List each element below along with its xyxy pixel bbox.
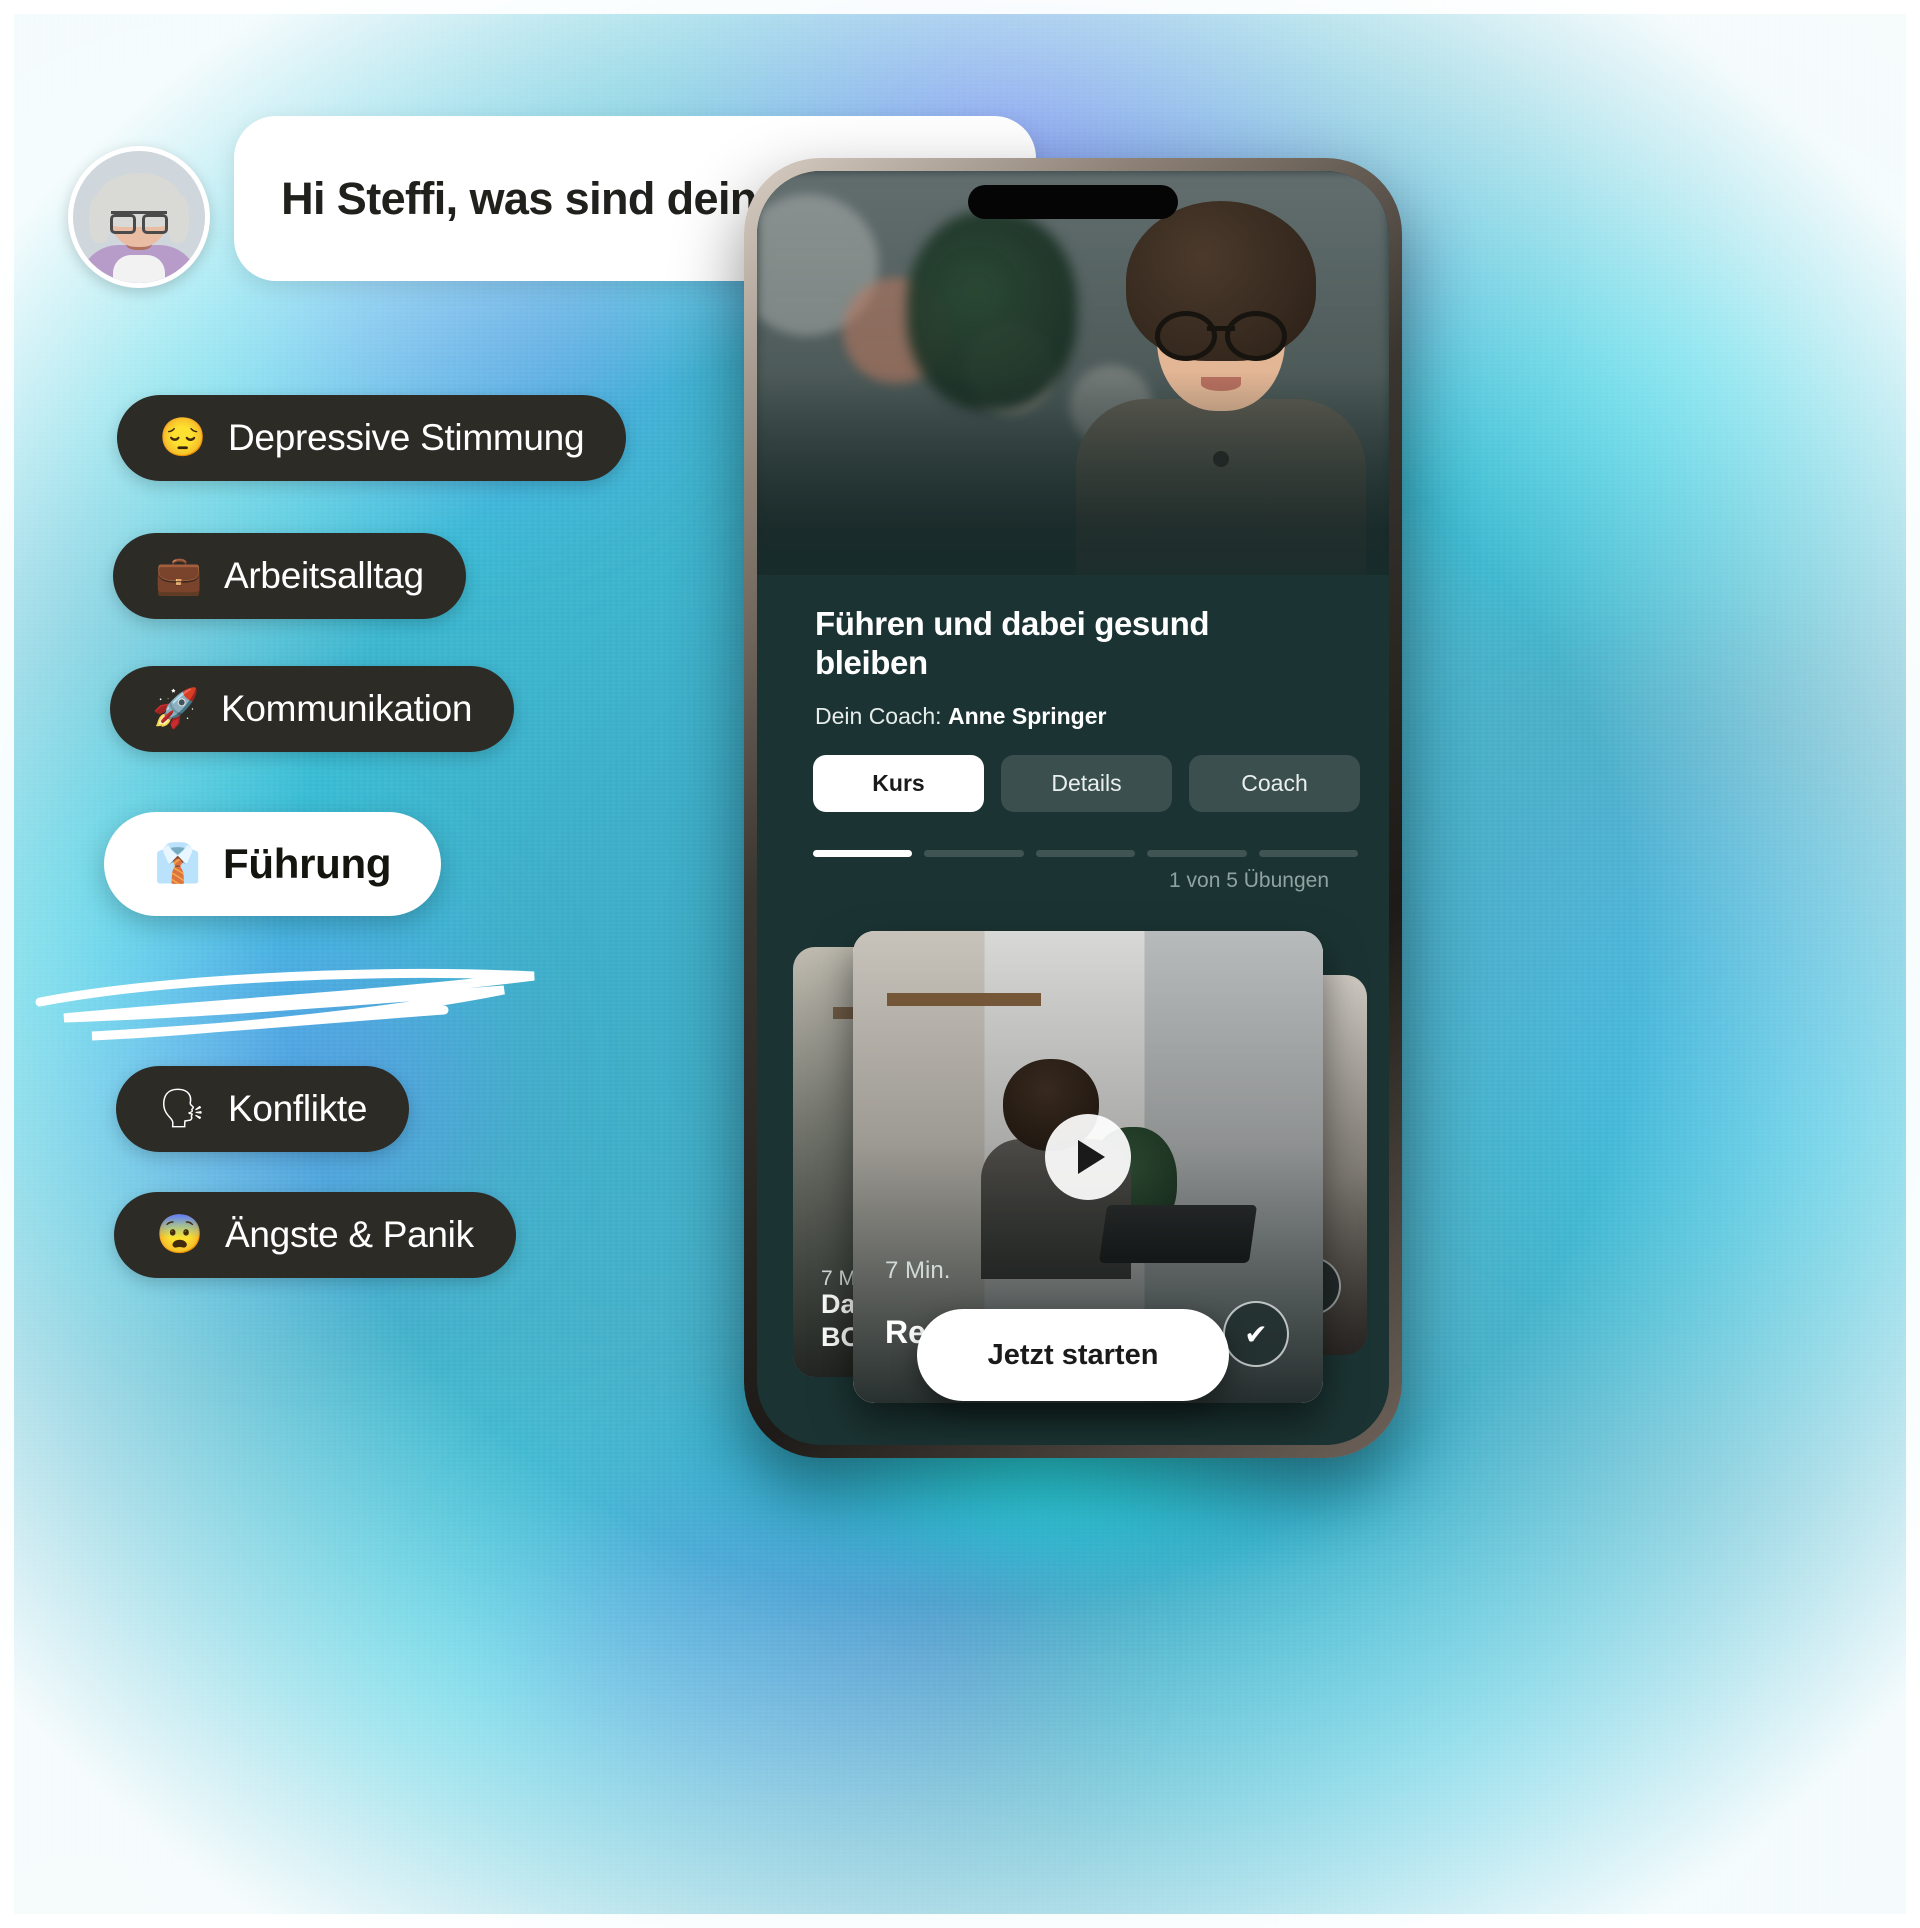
topic-pill-depressive-stimmung[interactable]: 😔 Depressive Stimmung: [117, 395, 627, 481]
topic-pill-ngste-panik[interactable]: 😨 Ängste & Panik: [114, 1192, 516, 1278]
topic-pill-label: Kommunikation: [221, 688, 473, 729]
topic-pill-kommunikation[interactable]: 🚀 Kommunikation: [110, 666, 515, 752]
coach-name: Anne Springer: [947, 703, 1107, 729]
course-tabs: Kurs Details Coach: [813, 755, 1360, 812]
topic-pill-label: Ängste & Panik: [225, 1214, 474, 1255]
course-title: Führen und dabei gesund bleiben: [815, 605, 1210, 681]
necktie-emoji: 👔: [154, 843, 202, 885]
phone-notch: [968, 185, 1178, 219]
progress-segment: [1147, 850, 1247, 857]
course-hero-image: [757, 171, 1389, 641]
completed-check-icon: ✔: [1223, 1301, 1289, 1367]
progress-bar: [813, 850, 1359, 857]
coach-prefix: Dein Coach:: [815, 703, 948, 729]
coach-line: Dein Coach: Anne Springer: [815, 703, 1106, 730]
play-icon[interactable]: [1045, 1114, 1131, 1200]
topic-pill-konflikte[interactable]: 🗣 Konflikte: [116, 1066, 410, 1152]
progress-segment: [1035, 850, 1136, 857]
tab-details[interactable]: Details: [1001, 755, 1172, 812]
topic-pill-label: Führung: [223, 840, 392, 887]
topic-pill-label: Arbeitsalltag: [224, 555, 424, 596]
progress-segment: [813, 850, 913, 857]
phone-mockup: Führen und dabei gesund bleiben Dein Coa…: [744, 158, 1402, 1458]
avatar: [68, 146, 210, 288]
progress-segment: [1258, 850, 1359, 857]
speaking-head-emoji: 🗣: [158, 1088, 206, 1130]
rocket-emoji: 🚀: [152, 688, 200, 730]
featured-lesson-duration: 7 Min.: [885, 1257, 951, 1284]
topic-pill-f-hrung[interactable]: 👔 Führung: [104, 812, 442, 916]
course-panel: Führen und dabei gesund bleiben Dein Coa…: [757, 575, 1389, 1445]
tab-kurs[interactable]: Kurs: [813, 755, 984, 812]
phone-screen: Führen und dabei gesund bleiben Dein Coa…: [757, 171, 1389, 1445]
topic-pill-label: Konflikte: [227, 1088, 368, 1129]
fearful-face-emoji: 😨: [156, 1214, 204, 1256]
start-button[interactable]: Jetzt starten: [917, 1309, 1229, 1401]
topic-pill-arbeitsalltag[interactable]: 💼 Arbeitsalltag: [113, 533, 466, 619]
progress-segment: [924, 850, 1024, 857]
tab-coach[interactable]: Coach: [1189, 755, 1360, 812]
briefcase-emoji: 💼: [155, 555, 203, 597]
topic-pill-label: Depressive Stimmung: [228, 417, 585, 458]
underline-scribble: [35, 969, 535, 1041]
pensive-face-emoji: 😔: [159, 417, 207, 459]
progress-label: 1 von 5 Übungen: [1169, 869, 1329, 892]
